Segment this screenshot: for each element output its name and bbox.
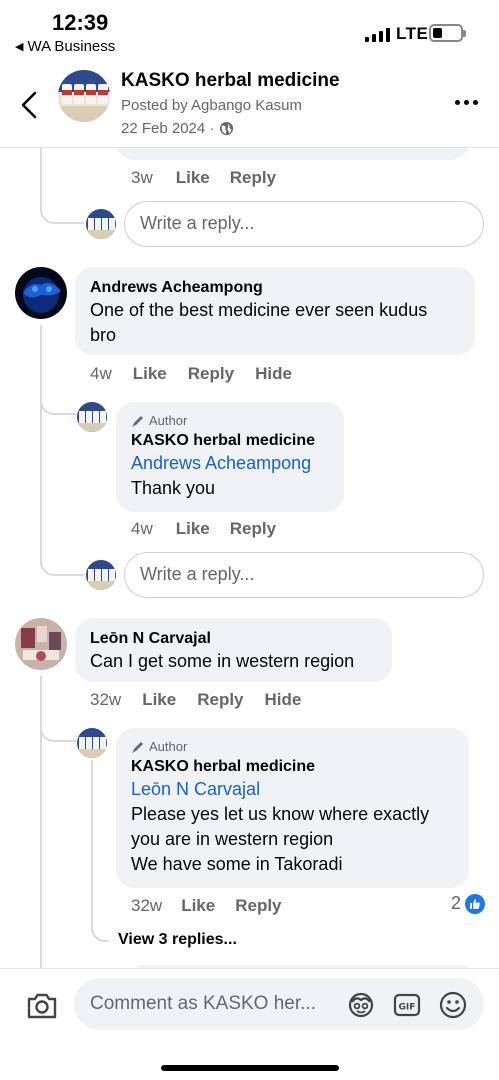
thread-curve [40,712,76,742]
write-reply-placeholder: Write a reply... [140,213,255,233]
avatar-sticker-icon[interactable] [346,990,376,1020]
reply-text-line: We have some in Takoradi [131,854,343,874]
view-replies-link[interactable]: View 3 replies... [118,931,237,949]
emoji-icon[interactable] [438,990,468,1020]
post-header: KASKO herbal medicine Posted by Agbango … [0,62,499,148]
author-name[interactable]: KASKO herbal medicine [131,430,329,451]
pen-icon [132,416,143,427]
reply-actions: 3w Like Reply [131,168,276,188]
home-indicator [161,1065,339,1071]
comment-text-line: One of the best medicine ever seen kudus [90,300,428,320]
reaction-number: 2 [451,893,462,913]
like-button[interactable]: Like [142,690,176,710]
back-triangle-icon: ◀ [15,41,24,53]
like-button[interactable]: Like [176,519,210,539]
reply-time: 3w [131,168,153,187]
write-reply-input[interactable]: Write a reply... [124,552,484,598]
comment-input[interactable]: Comment as KASKO her... GIF [74,978,484,1030]
svg-text:GIF: GIF [399,1003,416,1013]
gif-icon[interactable]: GIF [392,990,422,1020]
globe-icon [220,121,234,136]
thread-curve [40,180,84,224]
comment-composer: Comment as KASKO her... GIF [0,968,499,1080]
like-button[interactable]: Like [133,364,167,384]
reply-button[interactable]: Reply [197,690,243,710]
status-time: 12:39 [52,10,109,35]
commenter-avatar[interactable] [15,618,67,670]
status-bar: 12:39 ◀ WA Business LTE [0,0,499,60]
author-reply-bubble: Author KASKO herbal medicine Leōn N Carv… [116,728,469,888]
back-arrow-icon[interactable] [18,90,44,120]
mention-link[interactable]: Leōn N Carvajal [131,777,454,802]
back-to-app-link[interactable]: ◀ WA Business [15,38,115,55]
camera-icon[interactable] [26,991,58,1021]
commenter-name[interactable]: Andrews Acheampong [90,277,460,298]
comment-text-line: bro [90,325,117,345]
author-badge: Author [131,738,454,756]
comment-bubble: Andrews Acheampong One of the best medic… [75,267,475,355]
comment-bubble: Leōn N Carvajal Can I get some in wester… [75,618,392,682]
write-reply-input[interactable]: Write a reply... [124,201,484,247]
author-avatar[interactable] [77,728,107,758]
comment-time: 4w [90,364,112,383]
hide-button[interactable]: Hide [255,364,292,384]
reply-button[interactable]: Reply [230,519,276,539]
write-reply-placeholder: Write a reply... [140,564,255,584]
pen-icon [132,742,143,753]
thread-curve [91,920,109,942]
reply-time: 4w [131,519,153,538]
comment-actions: 4w Like Reply Hide [90,364,292,384]
avatar [86,560,116,590]
post-date: 22 Feb 2024 · [121,120,234,137]
page-title[interactable]: KASKO herbal medicine [121,70,340,92]
author-badge-label: Author [149,739,188,754]
like-button[interactable]: Like [181,896,215,916]
reply-actions: 4w Like Reply [131,519,276,539]
posted-by: Posted by Agbango Kasum [121,97,302,114]
more-options-button[interactable] [455,100,478,105]
comment-actions: 32w Like Reply Hide [90,690,301,710]
reply-button[interactable]: Reply [230,168,276,188]
signal-icon [365,26,390,42]
comment-placeholder: Comment as KASKO her... [90,993,316,1014]
avatar [86,209,116,239]
mention-link[interactable]: Andrews Acheampong [131,451,329,476]
back-app-label: WA Business [27,38,116,55]
comment-text: Can I get some in western region [90,651,355,671]
page-avatar[interactable] [58,70,110,122]
battery-icon [429,24,466,42]
commenter-name[interactable]: Leōn N Carvajal [90,628,377,649]
author-badge: Author [131,412,329,430]
author-avatar[interactable] [77,402,107,432]
hide-button[interactable]: Hide [265,690,302,710]
post-date-text: 22 Feb 2024 · [121,120,215,137]
reply-button[interactable]: Reply [235,896,281,916]
thread-line [91,760,93,932]
reply-text: Thank you [131,478,216,498]
reply-time: 32w [131,896,163,915]
thread-line [40,325,42,565]
reply-text-line: Please yes let us know where exactly [131,804,430,824]
reply-actions: 32w Like Reply [131,896,282,916]
like-reaction-icon [465,893,486,914]
reply-text-line: you are in western region [131,829,334,849]
like-button[interactable]: Like [176,168,210,188]
thread-curve [40,540,84,576]
author-badge-label: Author [149,413,188,428]
network-label: LTE [396,24,429,43]
comment-time: 32w [90,690,122,709]
thread-curve [40,385,76,415]
author-reply-bubble: Author KASKO herbal medicine Andrews Ach… [116,402,344,512]
commenter-avatar[interactable] [15,267,67,319]
author-name[interactable]: KASKO herbal medicine [131,756,454,777]
reply-button[interactable]: Reply [188,364,234,384]
reaction-count[interactable]: 2 [451,893,486,914]
